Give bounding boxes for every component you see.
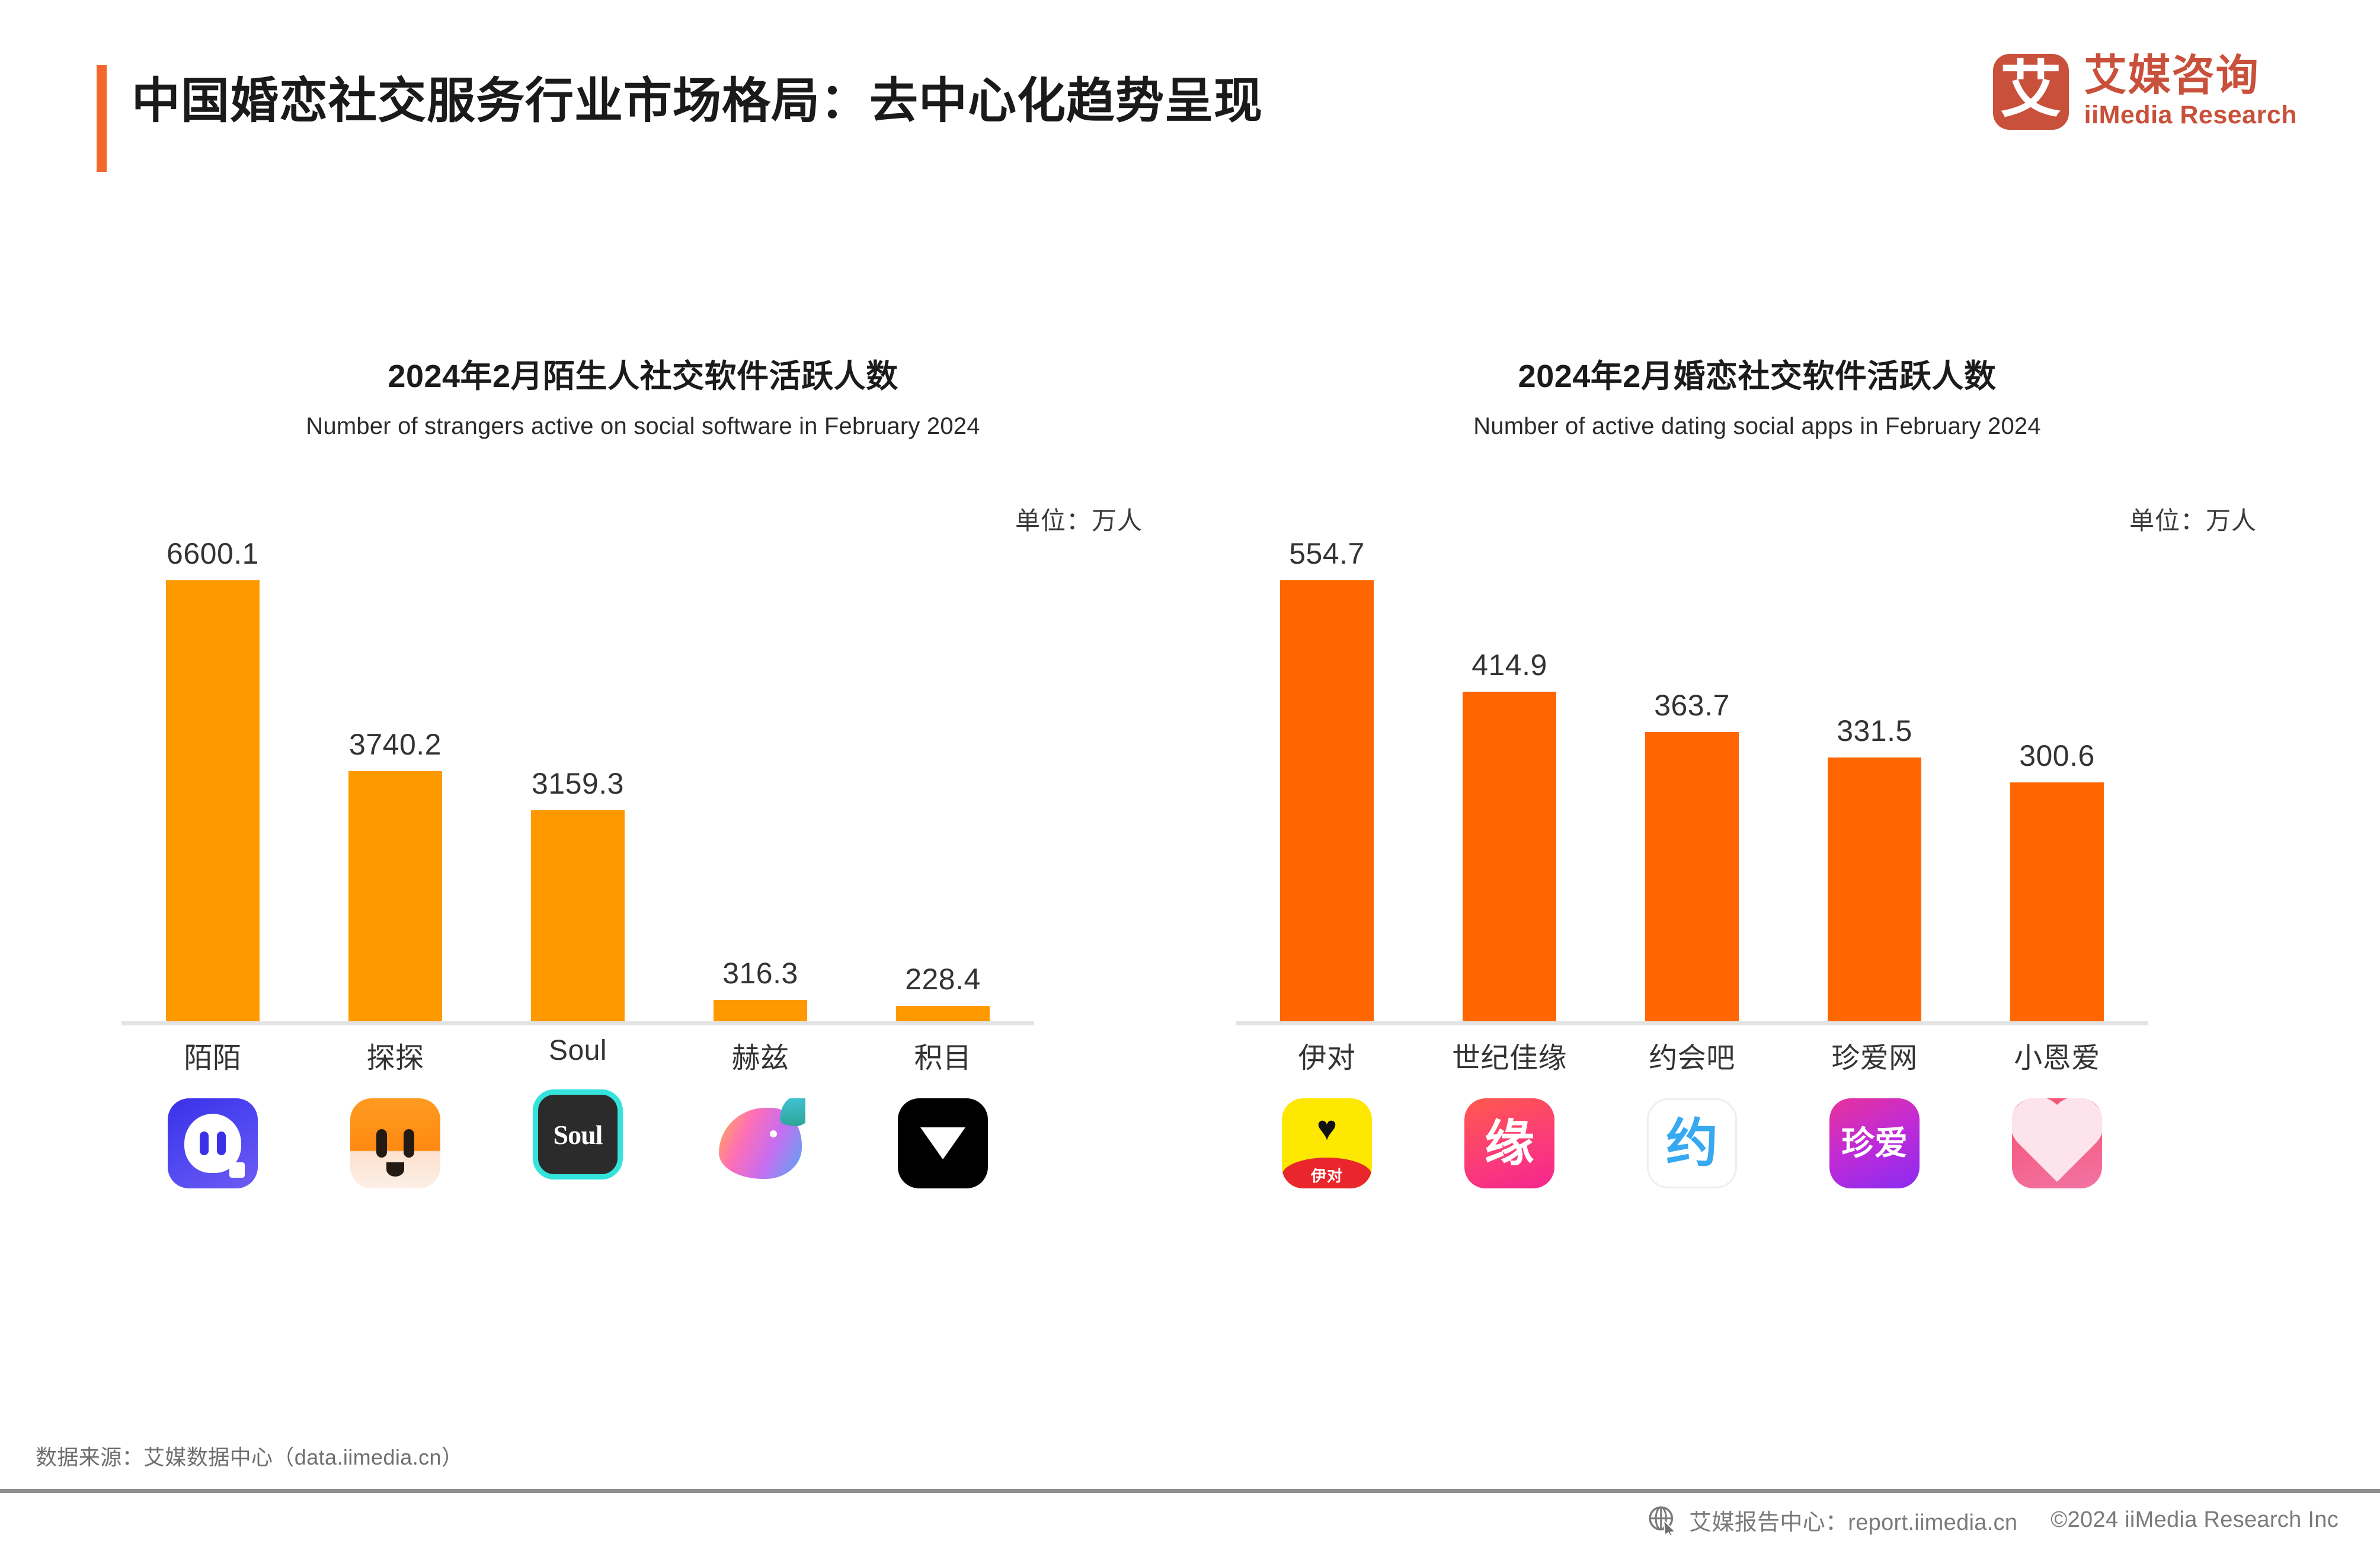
bar[interactable] (1828, 757, 1921, 1021)
data-source-note: 数据来源：艾媒数据中心（data.iimedia.cn） (36, 1445, 463, 1469)
bar[interactable] (531, 810, 625, 1021)
category-item: 世纪佳缘缘 (1418, 1034, 1601, 1188)
chart-title: 2024年2月陌生人社交软件活跃人数 (388, 359, 898, 394)
bar-value-label: 331.5 (1837, 714, 1912, 747)
bar-slot: 3159.3 (487, 529, 669, 1021)
plot-area: 6600.1 3740.2 3159.3 316.3 228.4 (89, 528, 1197, 1025)
bar-slot: 3740.2 (304, 529, 487, 1021)
category-item: 伊对 ♥ 伊对 (1236, 1034, 1418, 1188)
chart-panel-dating: 2024年2月婚恋社交软件活跃人数 Number of active datin… (1203, 350, 2311, 1274)
report-center-text: 艾媒报告中心：report.iimedia.cn (1689, 1510, 2018, 1535)
logo-mark-icon: 艾 (1992, 53, 2069, 130)
category-label: 世纪佳缘 (1451, 1043, 1567, 1074)
bar[interactable] (2010, 782, 2104, 1021)
bar-slot: 554.7 (1236, 529, 1418, 1021)
yuehuiba-app-icon[interactable]: 约 (1647, 1098, 1737, 1188)
bar-value-label: 300.6 (2019, 739, 2095, 772)
category-axis: 伊对 ♥ 伊对 世纪佳缘缘约会吧约珍爱网 珍爱 小恩爱 (1236, 1034, 2148, 1188)
category-label: 陌陌 (184, 1043, 242, 1074)
bar[interactable] (1645, 732, 1739, 1021)
bar-group: 554.7 414.9 363.7 331.5 300.6 (1236, 529, 2148, 1021)
logo-glyph: 艾 (2000, 55, 2062, 124)
momo-app-icon[interactable] (168, 1098, 258, 1188)
hertz-app-icon[interactable] (715, 1098, 805, 1188)
bar-slot: 363.7 (1601, 529, 1783, 1021)
bar[interactable] (896, 1006, 990, 1021)
page-header: 中国婚恋社交服务行业市场格局：去中心化趋势呈现 艾 艾媒咨询 iiMedia R… (0, 0, 2380, 196)
category-label: 约会吧 (1649, 1043, 1735, 1074)
zhenaiwang-app-icon[interactable]: 珍爱 (1829, 1098, 1920, 1188)
chart-panel-strangers: 2024年2月陌生人社交软件活跃人数 Number of strangers a… (89, 350, 1197, 1274)
bar-value-label: 3740.2 (349, 728, 442, 761)
yidui-app-icon[interactable]: ♥ 伊对 (1282, 1098, 1372, 1188)
logo-name-en: iiMedia Research (2084, 101, 2297, 130)
bar[interactable] (714, 1000, 807, 1021)
bar-value-label: 3159.3 (532, 767, 624, 800)
category-label: 探探 (366, 1043, 424, 1074)
bar-slot: 414.9 (1418, 529, 1601, 1021)
copyright-text: ©2024 iiMedia Research Inc (2050, 1507, 2339, 1532)
slide-canvas: 中国婚恋社交服务行业市场格局：去中心化趋势呈现 艾 艾媒咨询 iiMedia R… (0, 0, 2380, 1547)
tantan-app-icon[interactable] (350, 1098, 440, 1188)
category-item: 约会吧约 (1601, 1034, 1783, 1188)
axis-baseline (1236, 1021, 2148, 1025)
category-item: 赫兹 (669, 1034, 852, 1188)
axis-baseline (121, 1021, 1034, 1025)
logo-name-cn: 艾媒咨询 (2084, 52, 2260, 100)
category-label: 积目 (914, 1043, 972, 1074)
bar-slot: 6600.1 (121, 529, 304, 1021)
footer-divider (0, 1489, 2380, 1493)
category-item: Soul Soul (487, 1034, 669, 1188)
bar[interactable] (166, 580, 260, 1021)
bar-value-label: 228.4 (905, 963, 981, 996)
bar[interactable] (348, 771, 442, 1021)
bar-value-label: 316.3 (722, 957, 798, 990)
category-label: 珍爱网 (1831, 1043, 1918, 1074)
bar[interactable] (1463, 692, 1556, 1021)
brand-logo: 艾 艾媒咨询 iiMedia Research (1992, 53, 2297, 130)
bar-slot: 300.6 (1966, 529, 2148, 1021)
logo-text: 艾媒咨询 iiMedia Research (2084, 53, 2297, 130)
bar-value-label: 554.7 (1289, 537, 1365, 570)
chart-subtitle: Number of strangers active on social sof… (306, 413, 980, 439)
bar[interactable] (1280, 580, 1374, 1021)
category-item: 陌陌 (121, 1034, 304, 1188)
chart-subtitle: Number of active dating social apps in F… (1473, 413, 2041, 439)
title-accent-bar (97, 65, 107, 172)
category-label: Soul (548, 1035, 607, 1066)
bar-value-label: 6600.1 (167, 537, 259, 570)
category-axis: 陌陌 探探 Soul Soul 赫兹 积目 (121, 1034, 1034, 1188)
report-center-link[interactable]: 艾媒报告中心：report.iimedia.cn (1648, 1504, 2017, 1536)
category-label: 小恩爱 (2014, 1043, 2100, 1074)
category-item: 探探 (304, 1034, 487, 1188)
category-label: 伊对 (1298, 1043, 1356, 1074)
bar-value-label: 363.7 (1654, 689, 1730, 722)
plot-area: 554.7 414.9 363.7 331.5 300.6 (1203, 528, 2311, 1025)
xiaoenai-app-icon[interactable] (2012, 1098, 2102, 1188)
category-item: 珍爱网 珍爱 (1783, 1034, 1966, 1188)
chart-title: 2024年2月婚恋社交软件活跃人数 (1518, 359, 1997, 394)
bar-slot: 331.5 (1783, 529, 1966, 1021)
bar-slot: 316.3 (669, 529, 852, 1021)
shijijiayuan-app-icon[interactable]: 缘 (1464, 1098, 1554, 1188)
globe-cursor-icon (1649, 1506, 1677, 1536)
bar-value-label: 414.9 (1471, 648, 1547, 682)
category-item: 小恩爱 (1966, 1034, 2148, 1188)
bar-slot: 228.4 (852, 529, 1034, 1021)
jimu-app-icon[interactable] (898, 1098, 988, 1188)
category-label: 赫兹 (731, 1043, 789, 1074)
soul-app-icon[interactable]: Soul (533, 1089, 623, 1180)
page-footer: 艾媒报告中心：report.iimedia.cn ©2024 iiMedia R… (0, 1493, 2380, 1547)
page-title: 中国婚恋社交服务行业市场格局：去中心化趋势呈现 (132, 74, 1263, 128)
bar-group: 6600.1 3740.2 3159.3 316.3 228.4 (121, 529, 1034, 1021)
category-item: 积目 (852, 1034, 1034, 1188)
